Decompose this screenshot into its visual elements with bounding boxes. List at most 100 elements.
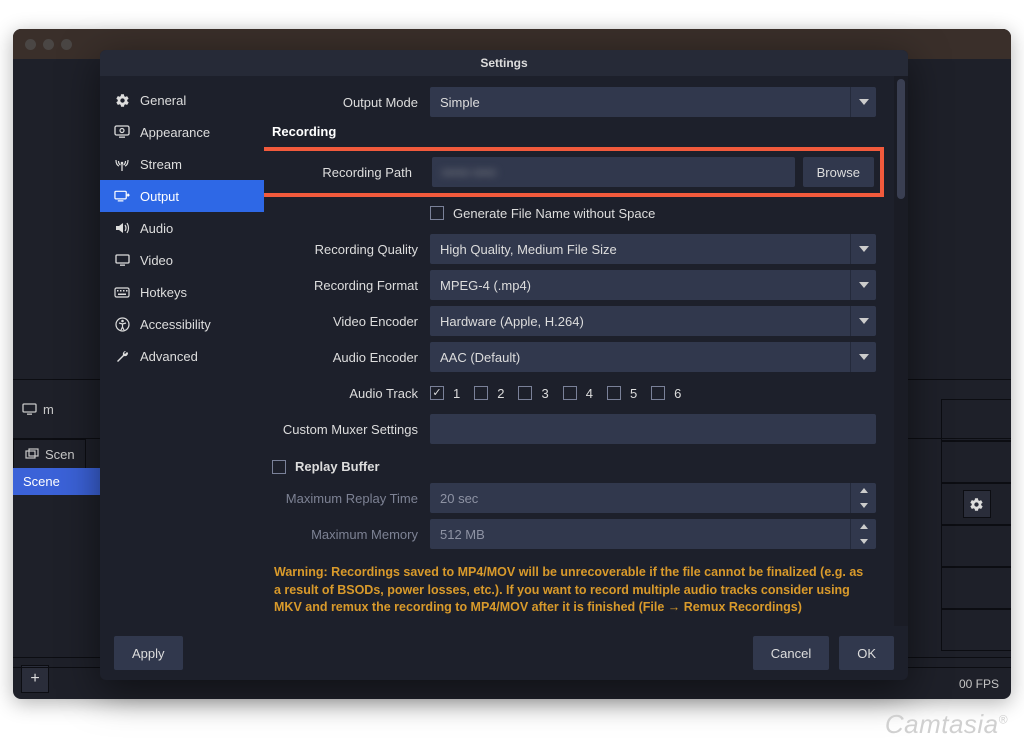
bg-tab-scenes-label: Scen <box>45 447 75 462</box>
audio-track-5[interactable]: 5 <box>607 386 637 401</box>
bg-panel-monitor: m <box>13 380 108 438</box>
gear-icon <box>969 497 984 512</box>
aencoder-value: AAC (Default) <box>440 350 520 365</box>
format-value: MPEG-4 (.mp4) <box>440 278 531 293</box>
aencoder-select[interactable]: AAC (Default) <box>430 342 876 372</box>
close-icon[interactable] <box>25 39 36 50</box>
chevron-down-icon <box>859 99 869 105</box>
chevron-down-icon <box>859 246 869 252</box>
sidebar-item-label: Appearance <box>140 125 210 140</box>
recording-path-value: •••••• ••••• <box>442 165 496 180</box>
sidebar-item-general[interactable]: General <box>100 84 264 116</box>
wrench-icon <box>114 348 130 364</box>
format-label: Recording Format <box>268 278 430 293</box>
replay-time-input[interactable]: 20 sec <box>430 483 876 513</box>
aencoder-label: Audio Encoder <box>268 350 430 365</box>
dialog-title: Settings <box>100 50 908 76</box>
output-mode-select[interactable]: Simple <box>430 87 876 117</box>
audio-track-1[interactable]: 1 <box>430 386 460 401</box>
replay-mem-input[interactable]: 512 MB <box>430 519 876 549</box>
bg-selected-scene[interactable]: Scene <box>13 468 108 495</box>
output-mode-label: Output Mode <box>268 95 430 110</box>
quality-label: Recording Quality <box>268 242 430 257</box>
checkbox-icon <box>430 206 444 220</box>
sidebar-item-appearance[interactable]: Appearance <box>100 116 264 148</box>
dialog-button-bar: Apply Cancel OK <box>100 626 908 680</box>
monitor-icon <box>21 401 37 417</box>
replay-time-label: Maximum Replay Time <box>268 491 430 506</box>
replay-buffer-checkbox[interactable]: Replay Buffer <box>272 459 380 474</box>
audio-track-6[interactable]: 6 <box>651 386 681 401</box>
form-scrollbar[interactable] <box>894 76 908 626</box>
recording-path-input[interactable]: •••••• ••••• <box>432 157 795 187</box>
audio-track-3[interactable]: 3 <box>518 386 548 401</box>
step-down-icon[interactable] <box>851 534 876 549</box>
gen-no-space-label: Generate File Name without Space <box>453 206 655 221</box>
checkbox-icon <box>607 386 621 400</box>
warning-text: Warning: Recordings saved to MP4/MOV wil… <box>268 554 876 623</box>
sidebar-item-output[interactable]: Output <box>100 180 264 212</box>
sidebar-item-label: Advanced <box>140 349 198 364</box>
sidebar-item-video[interactable]: Video <box>100 244 264 276</box>
cancel-button[interactable]: Cancel <box>753 636 829 670</box>
output-mode-value: Simple <box>440 95 480 110</box>
sidebar-item-label: Audio <box>140 221 173 236</box>
audio-track-2[interactable]: 2 <box>474 386 504 401</box>
watermark: Camtasia® <box>885 709 1008 740</box>
sidebar-item-audio[interactable]: Audio <box>100 212 264 244</box>
checkbox-icon <box>651 386 665 400</box>
recording-section-header: Recording <box>272 124 876 139</box>
gear-icon <box>114 92 130 108</box>
sidebar-item-label: General <box>140 93 186 108</box>
checkbox-icon <box>272 460 286 474</box>
audio-track-group: 1 2 3 4 5 6 <box>430 386 876 401</box>
format-select[interactable]: MPEG-4 (.mp4) <box>430 270 876 300</box>
settings-dialog: Settings General Appearance Stream Outpu… <box>100 50 908 680</box>
checkbox-icon <box>563 386 577 400</box>
checkbox-icon <box>518 386 532 400</box>
sidebar-item-label: Hotkeys <box>140 285 187 300</box>
accessibility-icon <box>114 316 130 332</box>
monitor-icon <box>114 252 130 268</box>
ok-button[interactable]: OK <box>839 636 894 670</box>
replay-time-value: 20 sec <box>440 491 478 506</box>
antenna-icon <box>114 156 130 172</box>
step-up-icon[interactable] <box>851 483 876 498</box>
appearance-icon <box>114 124 130 140</box>
audio-track-label: Audio Track <box>268 386 430 401</box>
step-up-icon[interactable] <box>851 519 876 534</box>
chevron-down-icon <box>859 354 869 360</box>
scrollbar-thumb[interactable] <box>897 79 905 199</box>
bg-tab-scenes[interactable]: Scen <box>13 439 86 468</box>
replay-mem-value: 512 MB <box>440 527 485 542</box>
sidebar-item-stream[interactable]: Stream <box>100 148 264 180</box>
output-icon <box>114 188 130 204</box>
sidebar-item-label: Stream <box>140 157 182 172</box>
browse-button[interactable]: Browse <box>803 157 874 187</box>
replay-buffer-label: Replay Buffer <box>295 459 380 474</box>
bg-settings-button[interactable] <box>963 490 991 518</box>
step-down-icon[interactable] <box>851 498 876 513</box>
sidebar-item-hotkeys[interactable]: Hotkeys <box>100 276 264 308</box>
minimize-icon[interactable] <box>43 39 54 50</box>
settings-form: Output Mode Simple Recording Recording P… <box>264 76 894 626</box>
gen-no-space-checkbox[interactable]: Generate File Name without Space <box>430 206 876 221</box>
apply-button[interactable]: Apply <box>114 636 183 670</box>
audio-track-4[interactable]: 4 <box>563 386 593 401</box>
bg-status-fps: 00 FPS <box>959 677 999 691</box>
sidebar-item-label: Video <box>140 253 173 268</box>
sidebar-item-accessibility[interactable]: Accessibility <box>100 308 264 340</box>
vencoder-value: Hardware (Apple, H.264) <box>440 314 584 329</box>
bg-panel-monitor-label: m <box>43 402 54 417</box>
sidebar-item-advanced[interactable]: Advanced <box>100 340 264 372</box>
sidebar-item-label: Accessibility <box>140 317 211 332</box>
quality-select[interactable]: High Quality, Medium File Size <box>430 234 876 264</box>
recording-path-label: Recording Path <box>270 165 424 180</box>
scenes-icon <box>24 446 40 462</box>
vencoder-select[interactable]: Hardware (Apple, H.264) <box>430 306 876 336</box>
zoom-icon[interactable] <box>61 39 72 50</box>
quality-value: High Quality, Medium File Size <box>440 242 617 257</box>
muxer-input[interactable] <box>430 414 876 444</box>
window-controls[interactable] <box>25 39 72 50</box>
speaker-icon <box>114 220 130 236</box>
